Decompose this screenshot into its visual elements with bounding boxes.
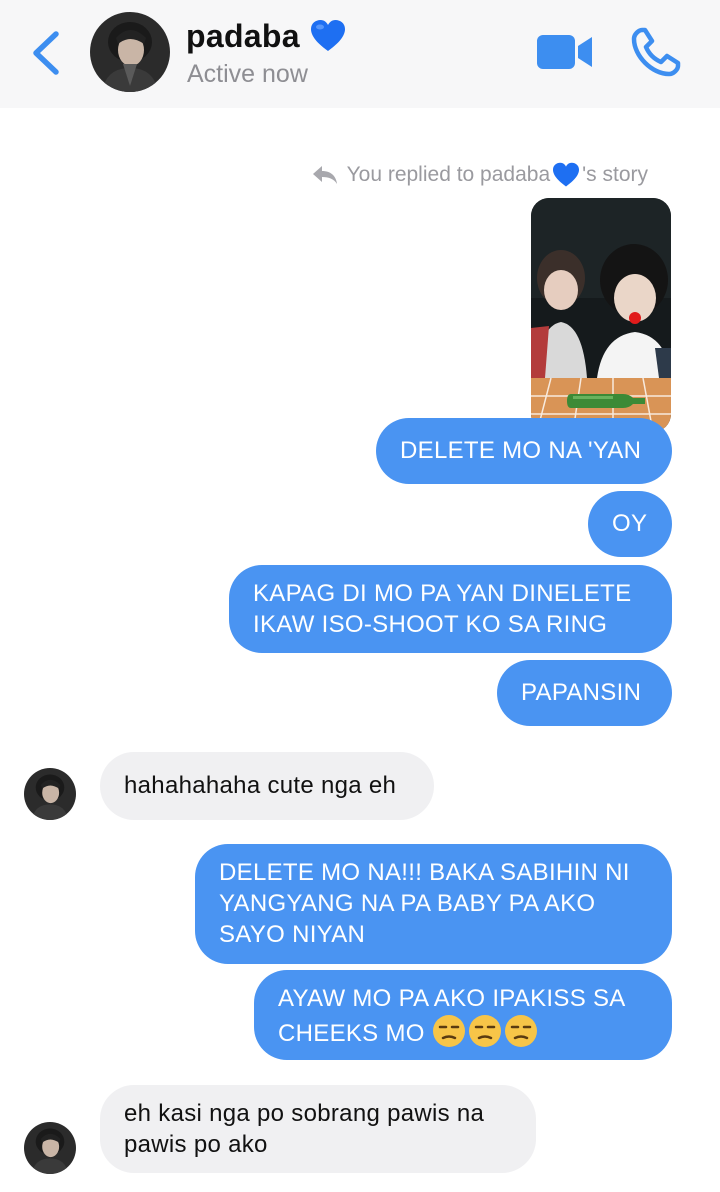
outgoing-message[interactable]: PAPANSIN — [497, 660, 672, 726]
blue-heart-icon — [553, 162, 580, 187]
story-thumbnail[interactable] — [531, 198, 671, 432]
message-text-line: KAPAG DI MO PA YAN DINELETE — [253, 580, 632, 607]
contact-title-row: padaba — [186, 14, 346, 58]
outgoing-message[interactable]: KAPAG DI MO PA YAN DINELETE IKAW ISO-SHO… — [229, 565, 672, 653]
story-reply-note: You replied to padaba 's story — [311, 158, 648, 192]
message-text-line: CHEEKS MO — [278, 1014, 648, 1049]
outgoing-message[interactable]: DELETE MO NA 'YAN — [376, 418, 672, 484]
contact-avatar[interactable] — [90, 12, 170, 92]
chevron-left-icon[interactable] — [28, 28, 64, 78]
chat-screen: padaba Active now You replied to padaba … — [0, 0, 720, 1192]
contact-avatar-small[interactable] — [24, 1122, 76, 1174]
video-camera-icon[interactable] — [536, 32, 594, 72]
unamused-face-icon — [432, 1015, 465, 1047]
reply-arrow-icon — [312, 166, 337, 184]
message-text-line: eh kasi nga po sobrang pawis na — [124, 1100, 485, 1127]
message-text-line: IKAW ISO-SHOOT KO SA RING — [253, 611, 608, 638]
message-text-line: YANGYANG NA PA BABY PA AKO — [219, 890, 596, 917]
incoming-message[interactable]: eh kasi nga po sobrang pawis na pawis po… — [100, 1085, 536, 1173]
chat-header: padaba Active now — [0, 0, 720, 108]
unamused-face-icon — [504, 1015, 537, 1047]
outgoing-message[interactable]: DELETE MO NA!!! BAKA SABIHIN NI YANGYANG… — [195, 844, 672, 964]
message-text: PAPANSIN — [521, 679, 642, 706]
active-status: Active now — [187, 60, 308, 88]
reply-note-prefix: You replied to padaba — [346, 163, 551, 186]
incoming-message[interactable]: hahahahaha cute nga eh — [100, 752, 434, 820]
message-text: OY — [612, 510, 648, 537]
message-text-line: SAYO NIYAN — [219, 921, 366, 948]
reply-note-suffix: 's story — [582, 163, 648, 186]
message-text: CHEEKS MO — [278, 1020, 425, 1047]
blue-heart-icon — [310, 20, 345, 51]
outgoing-message[interactable]: AYAW MO PA AKO IPAKISS SA CHEEKS MO — [254, 970, 672, 1060]
contact-avatar-small[interactable] — [24, 768, 76, 820]
phone-icon[interactable] — [630, 26, 682, 78]
message-text: hahahahaha cute nga eh — [124, 772, 397, 799]
message-text-line: AYAW MO PA AKO IPAKISS SA — [278, 985, 626, 1012]
message-text-line: DELETE MO NA!!! BAKA SABIHIN NI — [219, 859, 630, 886]
outgoing-message[interactable]: OY — [588, 491, 672, 557]
unamused-face-icon — [468, 1015, 501, 1047]
contact-name: padaba — [186, 17, 300, 54]
message-text: DELETE MO NA 'YAN — [400, 437, 642, 464]
message-text-line: pawis po ako — [124, 1131, 268, 1158]
